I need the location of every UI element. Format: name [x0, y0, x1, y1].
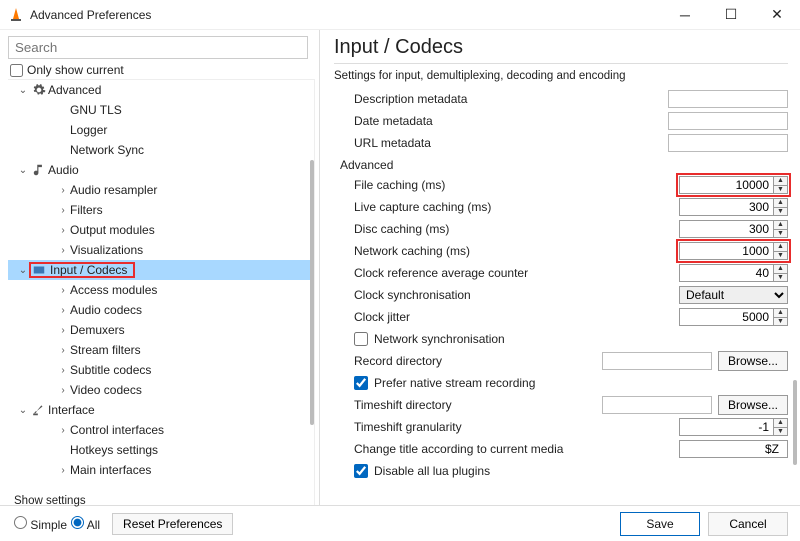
tree-logger[interactable]: Logger: [8, 120, 314, 140]
tree-audio-filters[interactable]: ›Filters: [8, 200, 314, 220]
record-directory-browse[interactable]: Browse...: [718, 351, 788, 371]
timeshift-granularity-field: Timeshift granularity▲▼: [334, 416, 788, 438]
gear-icon: [30, 83, 48, 97]
footer: Simple All Reset Preferences Save Cancel: [0, 505, 800, 541]
tree-stream-filters[interactable]: ›Stream filters: [8, 340, 314, 360]
timeshift-granularity-input[interactable]: [679, 418, 774, 436]
only-current-box[interactable]: [10, 64, 23, 77]
timeshift-directory-input[interactable]: [602, 396, 712, 414]
tree-visualizations[interactable]: ›Visualizations: [8, 240, 314, 260]
clock-sync-select[interactable]: Default: [679, 286, 788, 304]
date-metadata-input[interactable]: [668, 112, 788, 130]
change-title-input[interactable]: [679, 440, 788, 458]
live-caching-field: Live capture caching (ms)▲▼: [334, 196, 788, 218]
tree-demuxers[interactable]: ›Demuxers: [8, 320, 314, 340]
tree-video-codecs[interactable]: ›Video codecs: [8, 380, 314, 400]
simple-radio[interactable]: Simple: [14, 516, 67, 532]
minimize-button[interactable]: ─: [662, 0, 708, 30]
clock-jitter-input[interactable]: [679, 308, 774, 326]
change-title-field: Change title according to current media: [334, 438, 788, 460]
pane-subtitle: Settings for input, demultiplexing, deco…: [334, 70, 788, 82]
left-pane: Only show current ⌄Advanced GNU TLS Logg…: [0, 30, 320, 505]
cancel-button[interactable]: Cancel: [708, 512, 788, 536]
network-caching-field: Network caching (ms)▲▼: [334, 240, 788, 262]
app-cone-icon: [8, 7, 24, 23]
clock-ref-spinner[interactable]: ▲▼: [774, 264, 788, 282]
file-caching-input[interactable]: [679, 176, 774, 194]
clock-jitter-field: Clock jitter▲▼: [334, 306, 788, 328]
tree-control-interfaces[interactable]: ›Control interfaces: [8, 420, 314, 440]
timeshift-gran-spinner[interactable]: ▲▼: [774, 418, 788, 436]
tree-main-interfaces[interactable]: ›Main interfaces: [8, 460, 314, 480]
disable-lua-checkbox[interactable]: [354, 464, 368, 478]
timeshift-directory-field: Timeshift directoryBrowse...: [334, 394, 788, 416]
tree-audio[interactable]: ⌄Audio: [8, 160, 314, 180]
maximize-button[interactable]: ☐: [708, 0, 754, 30]
reset-preferences-button[interactable]: Reset Preferences: [112, 513, 233, 535]
date-metadata-field: Date metadata: [334, 110, 788, 132]
show-settings-label: Show settings: [14, 495, 86, 507]
clock-sync-field: Clock synchronisationDefault: [334, 284, 788, 306]
description-metadata-input[interactable]: [668, 90, 788, 108]
tree-input-codecs[interactable]: ⌄Input / Codecs: [8, 260, 314, 280]
tree-audio-codecs[interactable]: ›Audio codecs: [8, 300, 314, 320]
network-sync-field: Network synchronisation: [334, 328, 788, 350]
url-metadata-field: URL metadata: [334, 132, 788, 154]
only-current-label: Only show current: [27, 63, 124, 77]
clock-jitter-spinner[interactable]: ▲▼: [774, 308, 788, 326]
pane-title: Input / Codecs: [334, 36, 788, 64]
record-directory-field: Record directoryBrowse...: [334, 350, 788, 372]
tree-gnutls[interactable]: GNU TLS: [8, 100, 314, 120]
disc-caching-spinner[interactable]: ▲▼: [774, 220, 788, 238]
network-caching-redbox: ▲▼: [679, 242, 788, 260]
tree-advanced[interactable]: ⌄Advanced: [8, 80, 314, 100]
network-caching-spinner[interactable]: ▲▼: [774, 242, 788, 260]
tree-access-modules[interactable]: ›Access modules: [8, 280, 314, 300]
timeshift-directory-browse[interactable]: Browse...: [718, 395, 788, 415]
tree-audio-resampler[interactable]: ›Audio resampler: [8, 180, 314, 200]
close-button[interactable]: ✕: [754, 0, 800, 30]
settings-mode-radios: Simple All: [14, 516, 100, 532]
tree-interface[interactable]: ⌄Interface: [8, 400, 314, 420]
titlebar: Advanced Preferences ─ ☐ ✕: [0, 0, 800, 30]
codec-icon: [32, 263, 46, 277]
advanced-section-label: Advanced: [334, 158, 788, 172]
prefer-native-checkbox[interactable]: [354, 376, 368, 390]
settings-pane: Input / Codecs Settings for input, demul…: [320, 30, 800, 505]
clock-ref-input[interactable]: [679, 264, 774, 282]
url-metadata-input[interactable]: [668, 134, 788, 152]
tree-hotkeys-settings[interactable]: Hotkeys settings: [8, 440, 314, 460]
clock-ref-field: Clock reference average counter▲▼: [334, 262, 788, 284]
network-caching-input[interactable]: [679, 242, 774, 260]
disc-caching-input[interactable]: [679, 220, 774, 238]
prefer-native-field: Prefer native stream recording: [334, 372, 788, 394]
live-caching-spinner[interactable]: ▲▼: [774, 198, 788, 216]
file-caching-field: File caching (ms)▲▼: [334, 174, 788, 196]
disable-lua-field: Disable all lua plugins: [334, 460, 788, 482]
tree-network-sync[interactable]: Network Sync: [8, 140, 314, 160]
description-metadata-field: Description metadata: [334, 88, 788, 110]
tree-subtitle-codecs[interactable]: ›Subtitle codecs: [8, 360, 314, 380]
input-codecs-highlight: Input / Codecs: [30, 263, 134, 277]
brush-icon: [30, 403, 48, 417]
tree-output-modules[interactable]: ›Output modules: [8, 220, 314, 240]
all-radio[interactable]: All: [71, 516, 100, 532]
window-title: Advanced Preferences: [30, 8, 662, 22]
file-caching-redbox: ▲▼: [679, 176, 788, 194]
record-directory-input[interactable]: [602, 352, 712, 370]
search-input[interactable]: [8, 36, 308, 59]
disc-caching-field: Disc caching (ms)▲▼: [334, 218, 788, 240]
scrollbar[interactable]: [793, 380, 797, 465]
note-icon: [30, 163, 48, 177]
network-sync-checkbox[interactable]: [354, 332, 368, 346]
file-caching-spinner[interactable]: ▲▼: [774, 176, 788, 194]
preferences-tree[interactable]: ⌄Advanced GNU TLS Logger Network Sync ⌄A…: [8, 79, 315, 505]
only-show-current-checkbox[interactable]: Only show current: [8, 63, 315, 77]
save-button[interactable]: Save: [620, 512, 700, 536]
live-caching-input[interactable]: [679, 198, 774, 216]
